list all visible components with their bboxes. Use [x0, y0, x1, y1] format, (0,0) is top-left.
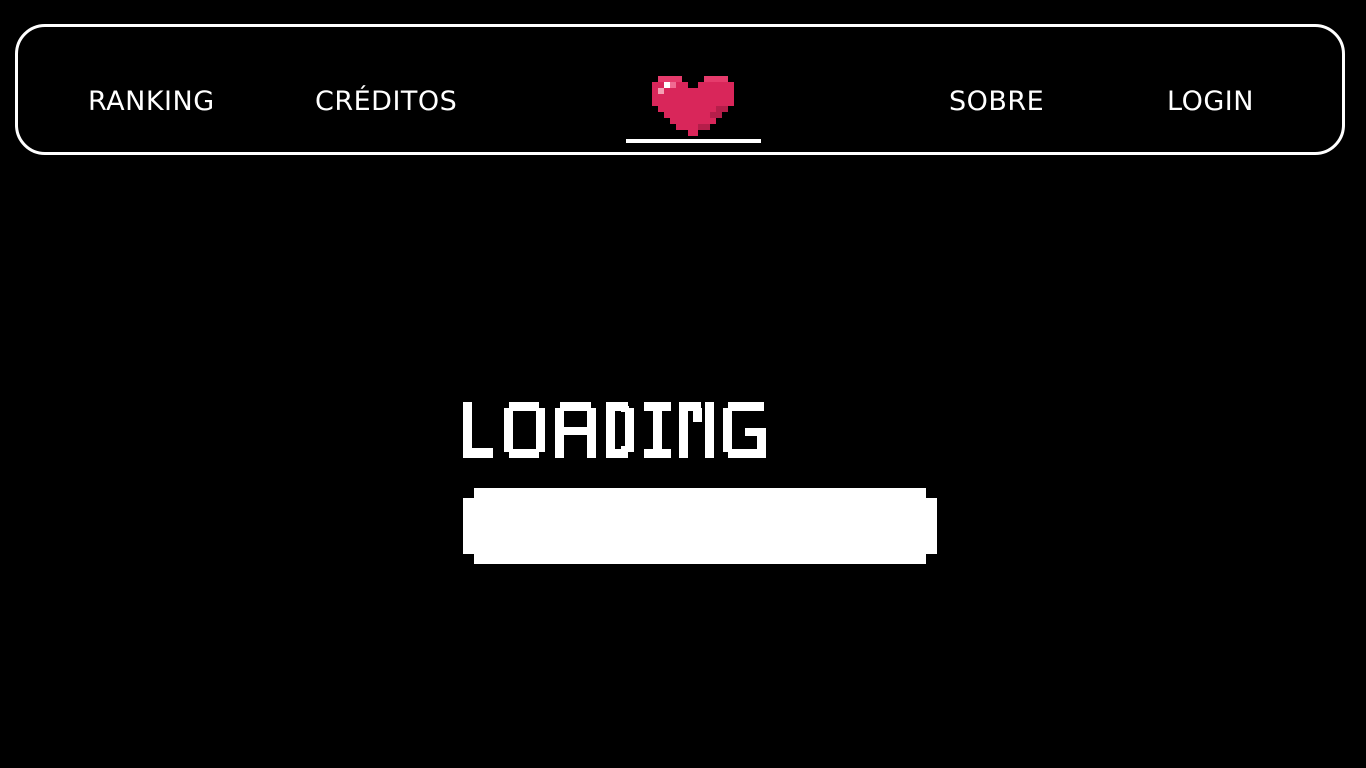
- nav-link-creditos[interactable]: CRÉDITOS: [315, 84, 457, 120]
- loading-progress-bar: [463, 488, 937, 564]
- pixel-heart-icon[interactable]: [652, 70, 734, 136]
- nav-link-login[interactable]: LOGIN: [1167, 84, 1254, 120]
- nav-link-sobre[interactable]: SOBRE: [949, 84, 1044, 120]
- active-indicator: [626, 139, 761, 143]
- progress-fill: [463, 488, 937, 564]
- nav-link-ranking[interactable]: RANKING: [88, 84, 215, 120]
- loading-label: LOADING: [0, 0, 1, 1]
- loading-title: [463, 402, 766, 458]
